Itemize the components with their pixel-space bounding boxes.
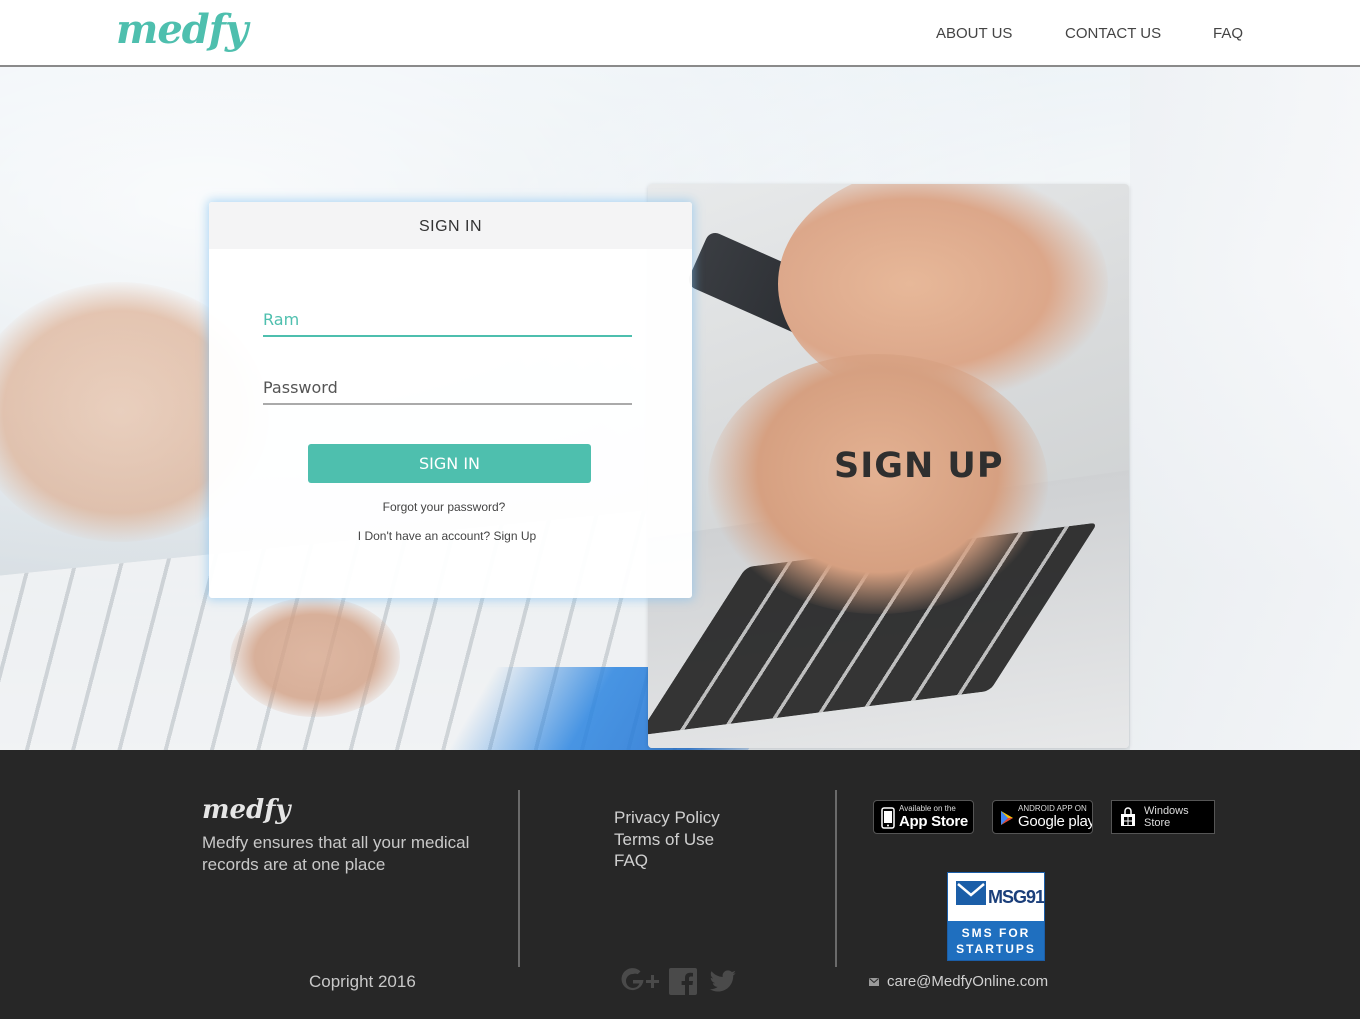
msg91-logo[interactable]: MSG91 SMS FOR STARTUPS (947, 872, 1045, 961)
msg91-tagline: SMS FOR STARTUPS (948, 921, 1044, 960)
background-sleeve (1130, 67, 1360, 750)
signin-title: SIGN IN (209, 202, 692, 249)
windows-store-icon (1121, 807, 1135, 826)
windows-store-line2: Store (1144, 817, 1171, 829)
footer: medfy Medfy ensures that all your medica… (0, 750, 1360, 1019)
msg91-line2: STARTUPS (956, 942, 1036, 956)
signin-button[interactable]: SIGN IN (308, 444, 591, 483)
footer-divider (835, 790, 837, 967)
footer-tagline: Medfy ensures that all your medical reco… (202, 833, 470, 874)
google-play-badge[interactable]: ANDROID APP ON Google play (992, 800, 1093, 834)
app-store-badge[interactable]: Available on the App Store (873, 800, 974, 834)
msg91-name: MSG91 (988, 887, 1045, 907)
nav-contact-us[interactable]: CONTACT US (1065, 25, 1161, 42)
app-store-big-text: App Store (899, 813, 968, 830)
nav-about-us[interactable]: ABOUT US (936, 25, 1012, 42)
hero-section: SIGN UP SIGN IN SIGN IN Forgot your pass… (0, 67, 1360, 750)
background-hand-mid (230, 597, 400, 717)
twitter-icon[interactable] (709, 966, 737, 996)
no-account-label: I Don't have an account? (357, 529, 491, 543)
windows-store-badge[interactable]: Windows Store (1111, 800, 1215, 834)
privacy-policy-link[interactable]: Privacy Policy (614, 807, 720, 829)
msg91-line1: SMS FOR (961, 926, 1031, 940)
google-play-big-text: Google play (1018, 813, 1093, 830)
copyright-text: Copright 2016 (309, 972, 416, 991)
footer-links: Privacy Policy Terms of Use FAQ (614, 807, 720, 872)
google-play-icon (1001, 811, 1013, 825)
footer-divider (518, 790, 520, 967)
mail-icon (869, 978, 879, 986)
no-account-text: I Don't have an account? Sign Up (209, 529, 685, 543)
google-play-small-text: ANDROID APP ON (1018, 804, 1087, 813)
password-input[interactable] (263, 378, 632, 405)
google-plus-icon[interactable] (620, 966, 660, 996)
nav-faq[interactable]: FAQ (1213, 25, 1243, 42)
facebook-icon[interactable] (669, 966, 698, 996)
contact-email[interactable]: care@MedfyOnline.com (887, 973, 1048, 990)
windows-store-line1: Windows (1144, 805, 1189, 817)
terms-of-use-link[interactable]: Terms of Use (614, 829, 720, 851)
signup-link[interactable]: Sign Up (494, 529, 537, 543)
signup-panel[interactable]: SIGN UP (648, 184, 1129, 748)
top-header: medfy ABOUT US CONTACT US FAQ (0, 0, 1360, 67)
username-input[interactable] (263, 310, 632, 337)
phone-icon (881, 807, 895, 829)
msg91-logo-top: MSG91 (948, 873, 1045, 921)
envelope-icon (956, 881, 986, 905)
footer-logo: medfy (202, 795, 291, 825)
signup-title[interactable]: SIGN UP (834, 446, 1004, 486)
medfy-logo[interactable]: medfy (116, 6, 248, 53)
footer-faq-link[interactable]: FAQ (614, 850, 720, 872)
forgot-password-link[interactable]: Forgot your password? (209, 500, 679, 514)
signin-card: SIGN IN SIGN IN Forgot your password? I … (209, 202, 692, 598)
app-store-small-text: Available on the (899, 804, 956, 813)
